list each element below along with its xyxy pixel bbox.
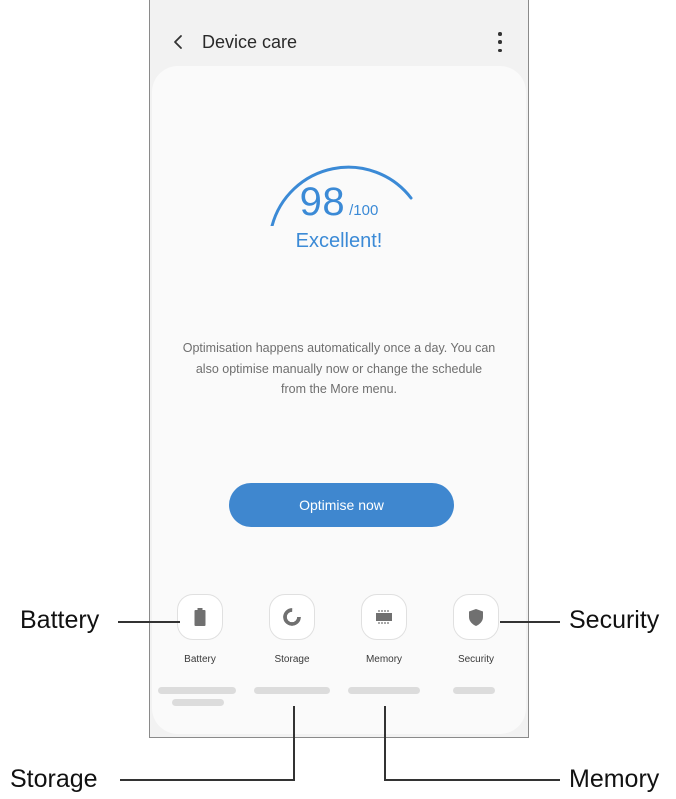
battery-icon (194, 608, 206, 626)
storage-icon (283, 608, 301, 626)
back-arrow-icon (174, 35, 182, 49)
callout-storage: Storage (10, 765, 98, 793)
more-dot-icon (498, 40, 502, 44)
callout-memory: Memory (569, 765, 660, 793)
optimise-now-button[interactable]: Optimise now (229, 483, 454, 527)
callout-security: Security (569, 606, 660, 634)
more-dot-icon (498, 48, 502, 52)
memory-button[interactable] (361, 594, 407, 640)
score-max: /100 (349, 202, 379, 219)
score-readout: 98/100 (152, 182, 526, 231)
app-bar: Device care (150, 0, 528, 64)
security-icon (469, 608, 483, 626)
tile-label: Memory (365, 654, 403, 665)
score-value: 98 (299, 180, 346, 224)
callout-line-security (500, 621, 560, 623)
tile-memory[interactable]: Memory (339, 594, 429, 674)
callout-line-battery (118, 621, 180, 623)
storage-status-placeholder (254, 687, 330, 694)
more-dot-icon (498, 32, 502, 36)
tile-label: Battery (184, 654, 216, 665)
more-options-button[interactable] (494, 32, 506, 52)
storage-button[interactable] (269, 594, 315, 640)
callout-battery: Battery (20, 606, 100, 634)
security-status-placeholder (453, 687, 495, 694)
tile-storage[interactable]: Storage (247, 594, 337, 674)
optimisation-description: Optimisation happens automatically once … (182, 341, 496, 396)
battery-status-placeholder (158, 687, 236, 694)
device-care-card: 98/100 Excellent! Optimisation happens a… (152, 66, 526, 734)
back-button[interactable] (170, 30, 186, 54)
memory-icon (376, 610, 392, 624)
security-button[interactable] (453, 594, 499, 640)
tile-security[interactable]: Security (431, 594, 521, 674)
battery-status-placeholder (172, 699, 224, 706)
callout-line-memory-horizontal (384, 779, 560, 781)
score-status: Excellent! (295, 230, 383, 252)
device-care-screen: Device care 98/100 Excellent! Optimisati… (149, 0, 529, 738)
tile-battery[interactable]: Battery (155, 594, 245, 674)
callout-line-memory-vertical (384, 706, 386, 781)
memory-status-placeholder (348, 687, 420, 694)
callout-line-storage-horizontal (120, 779, 295, 781)
callout-line-storage-vertical (293, 706, 295, 781)
battery-button[interactable] (177, 594, 223, 640)
tile-label: Storage (274, 654, 310, 665)
tile-label: Security (457, 654, 495, 665)
page-title: Device care (202, 32, 298, 52)
